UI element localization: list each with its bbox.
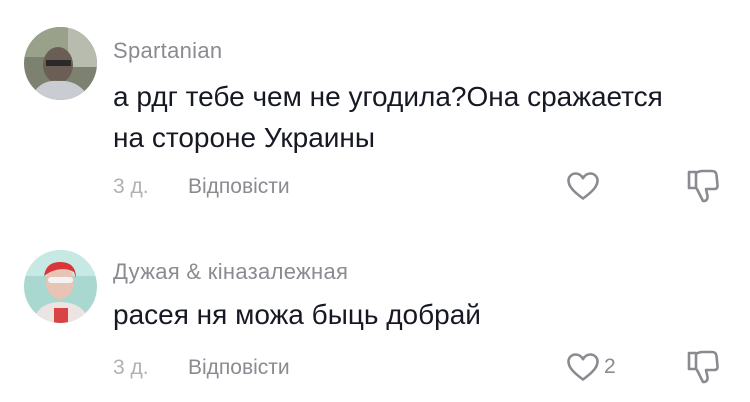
comment-text: расея ня можа быць добрай (113, 299, 481, 330)
like-button[interactable] (566, 168, 604, 204)
reply-button[interactable]: Відповісти (188, 175, 290, 199)
like-button[interactable]: 2 (566, 349, 616, 385)
like-count: 2 (604, 355, 616, 378)
heart-icon (567, 172, 599, 200)
thumbs-down-icon (687, 169, 719, 203)
comment-text: а рдг тебе чем не угодила?Она сражается … (113, 81, 663, 153)
thumbs-down-icon (687, 350, 719, 384)
user-avatar[interactable] (24, 250, 97, 323)
heart-icon (567, 353, 599, 381)
dislike-button[interactable] (686, 349, 720, 385)
comment-username[interactable]: Spartanian (113, 38, 222, 64)
comment-item: Дужая & кіназалежная расея ня можа быць … (0, 232, 750, 402)
comment-username[interactable]: Дужая & кіназалежная (113, 259, 348, 285)
comment-timestamp: 3 д. (113, 175, 149, 198)
user-avatar[interactable] (24, 27, 97, 100)
reply-button[interactable]: Відповісти (188, 356, 290, 380)
comment-timestamp: 3 д. (113, 356, 149, 379)
comment-item: Spartanian а рдг тебе чем не угодила?Она… (0, 0, 750, 210)
dislike-button[interactable] (686, 168, 720, 204)
